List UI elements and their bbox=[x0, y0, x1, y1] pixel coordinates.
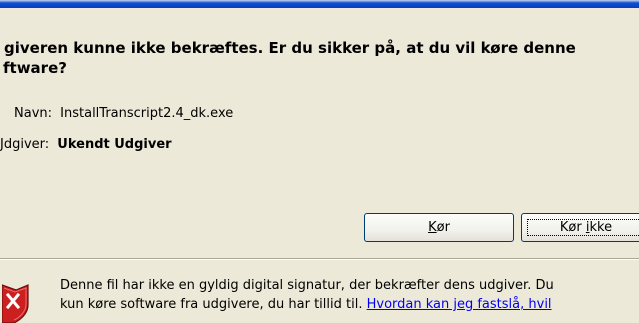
help-link[interactable]: Hvordan kan jeg fastslå, hvil bbox=[367, 297, 552, 312]
warning-message: Denne fil har ikke en gyldig digital sig… bbox=[60, 276, 639, 314]
name-field: Navn: InstallTranscript2.4_dk.exe bbox=[14, 106, 233, 121]
heading-line-1: giveren kunne ikke bekræftes. Er du sikk… bbox=[4, 39, 576, 57]
warning-line-2-text: kun køre software fra udgivere, du har t… bbox=[60, 297, 367, 312]
publisher-label: Jdgiver: bbox=[0, 137, 50, 152]
separator bbox=[0, 258, 639, 260]
name-value: InstallTranscript2.4_dk.exe bbox=[60, 106, 234, 121]
publisher-field: Jdgiver: Ukendt Udgiver bbox=[0, 137, 172, 152]
name-label: Navn: bbox=[14, 106, 53, 121]
heading-line-2: ftware? bbox=[3, 59, 67, 77]
warning-line-2: kun køre software fra udgivere, du har t… bbox=[60, 295, 639, 314]
title-bar[interactable] bbox=[0, 0, 639, 8]
shield-warning-icon bbox=[2, 284, 29, 323]
run-access-key: K bbox=[428, 220, 437, 235]
run-button-label: Kør bbox=[428, 220, 450, 235]
run-button[interactable]: Kør bbox=[364, 213, 514, 242]
dialog-heading: giveren kunne ikke bekræftes. Er du sikk… bbox=[3, 38, 639, 78]
dont-run-button-label: Kør ikke bbox=[559, 220, 613, 235]
dont-run-button[interactable]: Kør ikke bbox=[521, 213, 639, 242]
warning-line-1: Denne fil har ikke en gyldig digital sig… bbox=[60, 278, 554, 293]
publisher-value: Ukendt Udgiver bbox=[57, 137, 172, 152]
